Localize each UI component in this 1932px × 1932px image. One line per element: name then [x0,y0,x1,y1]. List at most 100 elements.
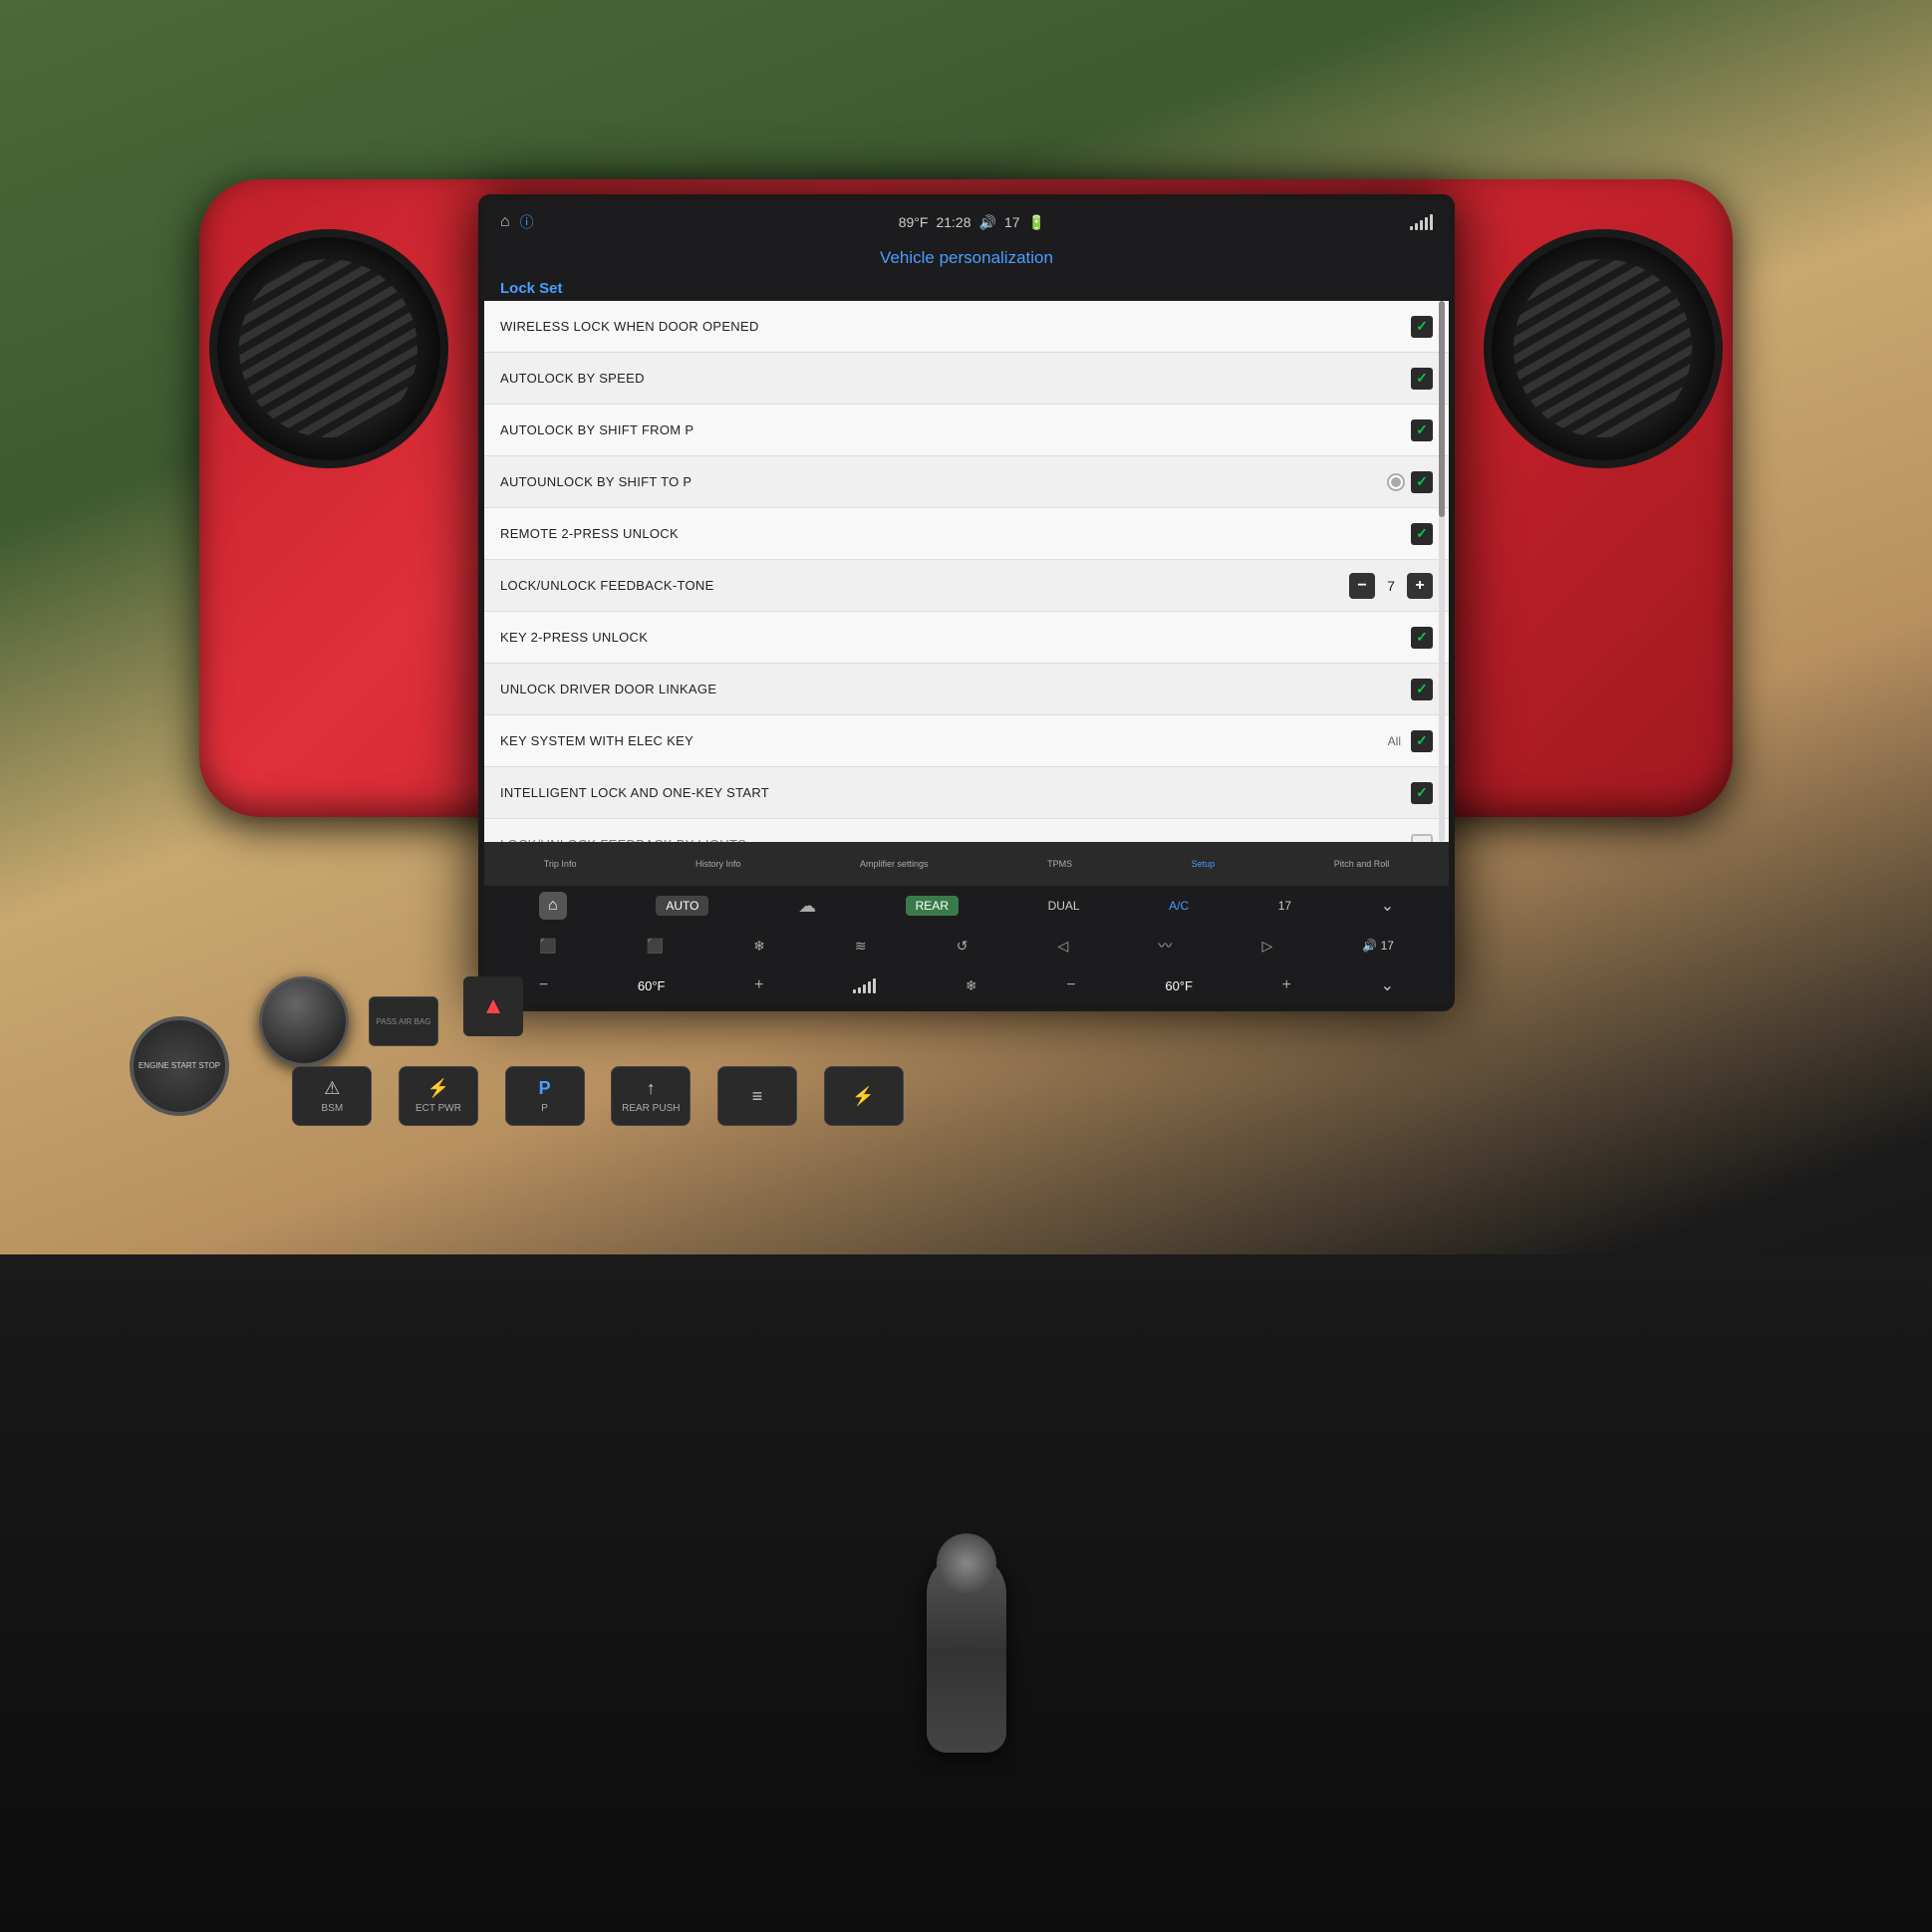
gear-shifter[interactable] [927,1553,1006,1753]
dual-button[interactable]: DUAL [1048,899,1080,913]
scroll-thumb[interactable] [1439,301,1445,517]
nav-tpms[interactable]: TPMS [1047,859,1072,869]
chevron-down-icon-2[interactable]: ⌄ [1381,975,1394,995]
checkbox-driver-door[interactable]: ✓ [1411,679,1433,700]
home-icon[interactable]: ⌂ [500,213,510,231]
temp-right-minus[interactable]: − [1066,976,1075,994]
rear-button[interactable]: REAR [906,896,959,916]
setting-row-feedback-lights[interactable]: LOCK/UNLOCK FEEDBACK BY LIGHTS [484,819,1449,842]
setting-row-remote-unlock[interactable]: REMOTE 2-PRESS UNLOCK ✓ [484,508,1449,560]
checkbox-autolock-shift[interactable]: ✓ [1411,419,1433,441]
volume-icon[interactable]: 🔊 [979,214,996,231]
checkbox-remote-unlock[interactable]: ✓ [1411,523,1433,545]
nav-history-info[interactable]: History Info [695,859,741,869]
climate-row-2: ⬛ ⬛ ❄ ≋ ↺ ◁ 〰 ▷ 🔊 17 [484,926,1449,966]
rear-push-button[interactable]: ↑ REAR PUSH [611,1066,690,1126]
seat-heat-right-icon[interactable]: ⬛ [647,938,664,955]
setting-label-remote-unlock: REMOTE 2-PRESS UNLOCK [500,526,679,541]
radio-autounlock[interactable] [1387,473,1405,491]
small-buttons-row: ⚠ BSM ⚡ ECT PWR P P ↑ REAR PUSH ≡ ⚡ [279,1056,917,1136]
checkbox-autounlock[interactable]: ✓ [1411,471,1433,493]
sig4 [868,981,871,993]
temp-left-minus[interactable]: − [539,976,548,994]
checkbox-autolock-speed[interactable]: ✓ [1411,368,1433,390]
feedback-tone-plus[interactable]: + [1407,573,1433,599]
snowflake-icon[interactable]: ❄ [966,977,977,994]
home-button[interactable]: ⌂ [539,892,567,920]
signal-bars [1410,214,1433,230]
setting-row-key2press[interactable]: KEY 2-PRESS UNLOCK ✓ [484,612,1449,664]
setting-row-key-system[interactable]: KEY SYSTEM WITH ELEC KEY All ✓ [484,715,1449,767]
info-icon[interactable]: ⓘ [520,212,534,232]
temp-right-plus[interactable]: + [1282,976,1291,994]
nav-pitch-roll-label: Pitch and Roll [1334,859,1390,869]
setting-control-feedback-lights[interactable] [1411,834,1433,843]
scroll-indicator[interactable] [1439,301,1445,842]
drive-mode-knob[interactable] [259,976,349,1066]
extra-btn-1[interactable]: ≡ [717,1066,797,1126]
fan-right-icon[interactable]: ▷ [1261,938,1272,955]
engine-start-button[interactable]: ENGINE START STOP [130,1016,229,1116]
climate-bar: ⌂ AUTO ☁ REAR DUAL A/C 17 ⌄ ⬛ ⬛ ❄ ≋ ↺ ◁ … [484,886,1449,1005]
fan-icon[interactable]: ☁ [798,896,816,917]
setting-control-intelligent-lock[interactable]: ✓ [1411,782,1433,804]
wave-icon[interactable]: 〰 [1158,936,1172,956]
temp-left-plus[interactable]: + [754,976,763,994]
nav-pitch-roll[interactable]: Pitch and Roll [1334,859,1390,869]
setting-label-autounlock: AUTOUNLOCK BY SHIFT TO P [500,474,691,489]
nav-amplifier[interactable]: Amplifier settings [860,859,929,869]
setting-control-key-system[interactable]: All ✓ [1388,730,1433,752]
bsm-button[interactable]: ⚠ BSM [292,1066,372,1126]
setting-control-remote-unlock[interactable]: ✓ [1411,523,1433,545]
setting-control-wireless-lock[interactable]: ✓ [1411,316,1433,338]
auto-button[interactable]: AUTO [656,896,708,916]
chevron-down-icon[interactable]: ⌄ [1381,896,1394,916]
setting-row-autolock-speed[interactable]: AUTOLOCK BY SPEED ✓ [484,353,1449,405]
wireless-icon: ⚡ [852,1086,874,1107]
screen-title: Vehicle personalization [484,244,1449,276]
volume-indicator: 🔊 17 [1362,939,1394,953]
settings-list: Wireless lock when door opened ✓ AUTOLOC… [484,301,1449,842]
feedback-tone-minus[interactable]: − [1349,573,1375,599]
battery-icon: 🔋 [1028,214,1045,231]
climate-row-3: − 60°F + ❄ − 60°F + ⌄ [484,966,1449,1005]
setting-label-autolock-shift: AUTOLOCK BY SHIFT FROM P [500,422,693,437]
recirc-icon[interactable]: ↺ [957,938,968,955]
fan-left-icon[interactable]: ◁ [1058,938,1069,955]
setting-row-driver-door[interactable]: UNLOCK DRIVER DOOR LINKAGE ✓ [484,664,1449,715]
ect-icon: ⚡ [427,1078,449,1099]
ect-pwr-button[interactable]: ⚡ ECT PWR [399,1066,478,1126]
checkbox-intelligent-lock[interactable]: ✓ [1411,782,1433,804]
setting-label-autolock-speed: AUTOLOCK BY SPEED [500,371,645,386]
time-display: 21:28 [936,214,970,230]
setting-row-intelligent-lock[interactable]: INTELLIGENT LOCK AND ONE-KEY START ✓ [484,767,1449,819]
ac-button[interactable]: A/C [1169,899,1189,913]
setting-control-feedback-tone[interactable]: − 7 + [1349,573,1433,599]
wireless-charge-button[interactable]: ⚡ [824,1066,904,1126]
checkbox-key-system[interactable]: ✓ [1411,730,1433,752]
setting-control-autolock-speed[interactable]: ✓ [1411,368,1433,390]
setting-row-autolock-shift[interactable]: AUTOLOCK BY SHIFT FROM P ✓ [484,405,1449,456]
setting-label-wireless-lock: Wireless lock when door opened [500,319,759,334]
setting-control-driver-door[interactable]: ✓ [1411,679,1433,700]
rear-push-icon: ↑ [647,1078,656,1099]
checkbox-feedback-lights[interactable] [1411,834,1433,843]
setting-row-autounlock[interactable]: AUTOUNLOCK BY SHIFT TO P ✓ [484,456,1449,508]
setting-control-key2press[interactable]: ✓ [1411,627,1433,649]
nav-trip-info[interactable]: Trip Info [544,859,577,869]
setting-row-feedback-tone[interactable]: LOCK/UNLOCK FEEDBACK-TONE − 7 + [484,560,1449,612]
key-system-all-label: All [1388,734,1401,748]
parking-button[interactable]: P P [505,1066,585,1126]
nav-setup[interactable]: Setup [1192,859,1216,869]
hazard-button[interactable]: ▲ [463,976,523,1036]
checkbox-key2press[interactable]: ✓ [1411,627,1433,649]
setting-row-wireless-lock[interactable]: Wireless lock when door opened ✓ [484,301,1449,353]
status-bar: ⌂ ⓘ 89°F 21:28 🔊 17 🔋 [484,200,1449,244]
checkbox-wireless-lock[interactable]: ✓ [1411,316,1433,338]
airflow-icon[interactable]: ≋ [855,938,867,955]
seat-heat-left-icon[interactable]: ⬛ [539,938,556,955]
defrost-icon[interactable]: ❄ [753,938,765,955]
sig2 [858,987,861,993]
setting-control-autounlock[interactable]: ✓ [1387,471,1433,493]
setting-control-autolock-shift[interactable]: ✓ [1411,419,1433,441]
